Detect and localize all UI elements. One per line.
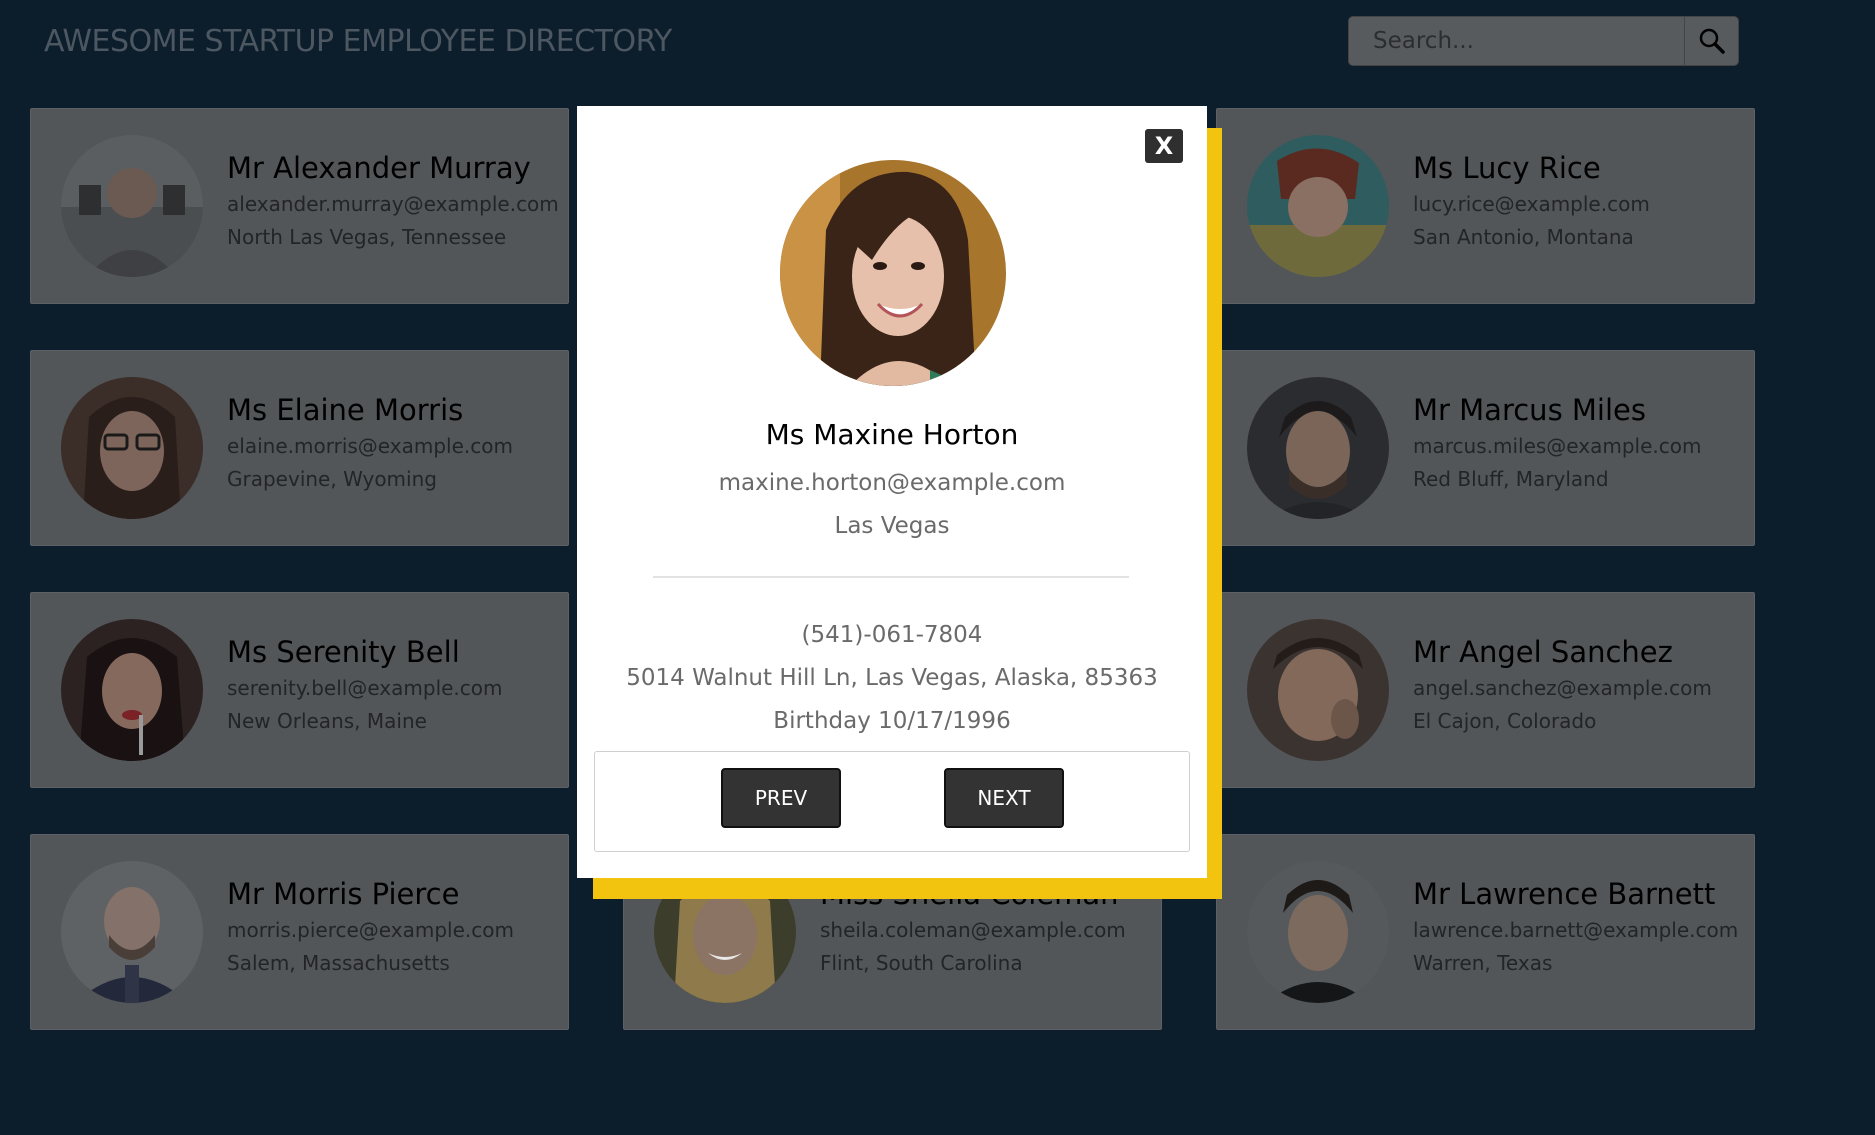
card-info: Mr Alexander Murray alexander.murray@exa… [227, 150, 559, 254]
card-info: Mr Angel Sanchez angel.sanchez@example.c… [1413, 634, 1712, 738]
avatar [1247, 135, 1389, 277]
page-title: AWESOME STARTUP EMPLOYEE DIRECTORY [44, 24, 672, 59]
employee-name: Mr Alexander Murray [227, 151, 531, 186]
employee-email: lucy.rice@example.com [1413, 191, 1650, 216]
employee-email: lawrence.barnett@example.com [1413, 917, 1739, 942]
employee-email: morris.pierce@example.com [227, 917, 514, 942]
employee-name: Miss Sheila Coleman [820, 877, 1119, 912]
search-button[interactable] [1684, 16, 1739, 66]
employee-card[interactable]: Ms Serenity Bell serenity.bell@example.c… [30, 592, 569, 788]
prev-button[interactable]: PREV [721, 768, 841, 828]
employee-name: Mr Marcus Miles [1413, 393, 1646, 428]
modal-name: Ms Maxine Horton [765, 418, 1019, 451]
employee-email: marcus.miles@example.com [1413, 433, 1702, 458]
employee-card[interactable]: Mr Morris Pierce morris.pierce@example.c… [30, 834, 569, 1030]
employee-location: El Cajon, Colorado [1413, 708, 1597, 733]
employee-name: Ms Serenity Bell [227, 635, 460, 670]
employee-location: Warren, Texas [1413, 950, 1553, 975]
avatar [61, 135, 203, 277]
employee-email: angel.sanchez@example.com [1413, 675, 1712, 700]
avatar [654, 861, 796, 1003]
employee-location: Grapevine, Wyoming [227, 466, 437, 491]
employee-card[interactable]: Ms Lucy Rice lucy.rice@example.com San A… [1216, 108, 1755, 304]
card-info: Miss Sheila Coleman sheila.coleman@examp… [820, 876, 1126, 980]
employee-card[interactable]: Mr Marcus Miles marcus.miles@example.com… [1216, 350, 1755, 546]
search-icon [1699, 28, 1725, 54]
card-info: Mr Lawrence Barnett lawrence.barnett@exa… [1413, 876, 1738, 980]
modal-divider [653, 576, 1129, 578]
close-button[interactable]: X [1145, 129, 1183, 163]
modal-avatar [780, 160, 1006, 386]
employee-name: Ms Elaine Morris [227, 393, 464, 428]
employee-location: Red Bluff, Maryland [1413, 466, 1609, 491]
avatar [1247, 377, 1389, 519]
modal-email: maxine.horton@example.com [718, 470, 1066, 496]
employee-location: San Antonio, Montana [1413, 224, 1634, 249]
employee-email: elaine.morris@example.com [227, 433, 513, 458]
modal-navigation: PREV NEXT [594, 751, 1190, 852]
card-info: Mr Marcus Miles marcus.miles@example.com… [1413, 392, 1701, 496]
employee-card[interactable]: Mr Alexander Murray alexander.murray@exa… [30, 108, 569, 304]
employee-location: Flint, South Carolina [820, 950, 1023, 975]
employee-name: Ms Lucy Rice [1413, 151, 1601, 186]
employee-location: Salem, Massachusetts [227, 950, 450, 975]
avatar [61, 861, 203, 1003]
avatar [61, 619, 203, 761]
card-info: Ms Serenity Bell serenity.bell@example.c… [227, 634, 503, 738]
employee-modal: X Ms Maxine Horton maxine.horton@example… [577, 106, 1207, 878]
card-info: Ms Lucy Rice lucy.rice@example.com San A… [1413, 150, 1650, 254]
modal-address: 5014 Walnut Hill Ln, Las Vegas, Alaska, … [626, 665, 1158, 691]
employee-location: North Las Vegas, Tennessee [227, 224, 507, 249]
employee-name: Mr Morris Pierce [227, 877, 460, 912]
card-info: Ms Elaine Morris elaine.morris@example.c… [227, 392, 513, 496]
card-info: Mr Morris Pierce morris.pierce@example.c… [227, 876, 514, 980]
next-button[interactable]: NEXT [944, 768, 1064, 828]
avatar [61, 377, 203, 519]
employee-name: Mr Lawrence Barnett [1413, 877, 1716, 912]
avatar [1247, 619, 1389, 761]
avatar [1247, 861, 1389, 1003]
modal-city: Las Vegas [834, 513, 950, 539]
employee-location: New Orleans, Maine [227, 708, 427, 733]
search-input[interactable] [1348, 16, 1684, 66]
modal-phone: (541)-061-7804 [801, 622, 983, 648]
search-form [1348, 16, 1739, 66]
employee-email: serenity.bell@example.com [227, 675, 503, 700]
employee-email: alexander.murray@example.com [227, 191, 559, 216]
employee-card[interactable]: Mr Lawrence Barnett lawrence.barnett@exa… [1216, 834, 1755, 1030]
employee-card[interactable]: Mr Angel Sanchez angel.sanchez@example.c… [1216, 592, 1755, 788]
employee-email: sheila.coleman@example.com [820, 917, 1126, 942]
employee-name: Mr Angel Sanchez [1413, 635, 1673, 670]
modal-birthday: Birthday 10/17/1996 [773, 708, 1011, 734]
employee-card[interactable]: Ms Elaine Morris elaine.morris@example.c… [30, 350, 569, 546]
